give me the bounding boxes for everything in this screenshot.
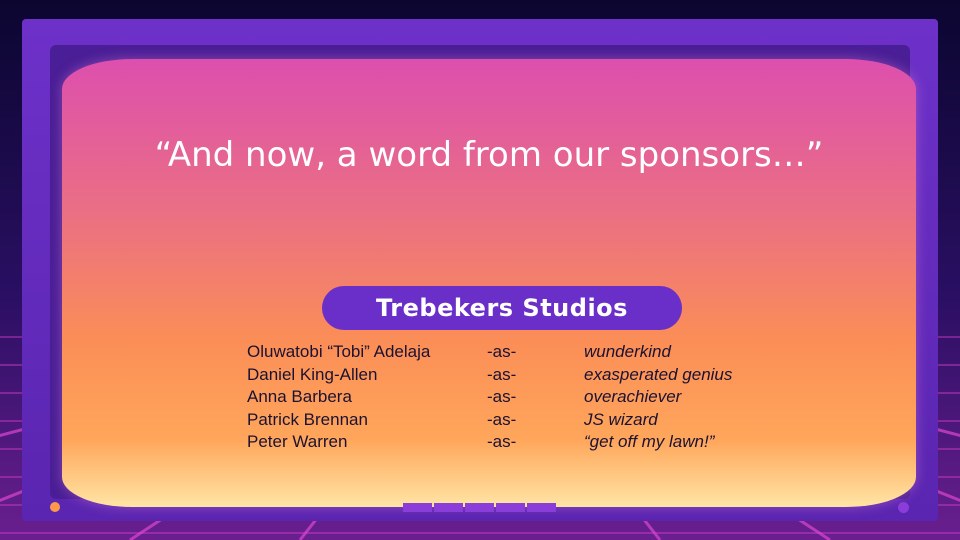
speaker-vents	[403, 503, 556, 512]
credit-row: Anna Barbera -as- overachiever	[247, 386, 767, 409]
vent-slot	[403, 503, 432, 512]
credit-name: Daniel King-Allen	[247, 364, 378, 384]
credit-as: -as-	[487, 409, 517, 429]
credit-role: overachiever	[584, 387, 682, 406]
vent-slot	[496, 503, 525, 512]
credit-row: Peter Warren -as- “get off my lawn!”	[247, 431, 767, 454]
vent-slot	[527, 503, 556, 512]
credit-name: Peter Warren	[247, 432, 348, 451]
tv-screen: “And now, a word from our sponsors…” Tre…	[62, 59, 916, 507]
credit-name: Oluwatobi “Tobi” Adelaja	[247, 342, 431, 361]
credit-row: Daniel King-Allen -as- exasperated geniu…	[247, 364, 767, 387]
credit-row: Oluwatobi “Tobi” Adelaja -as- wunderkind	[247, 341, 767, 364]
credit-name: Anna Barbera	[247, 387, 352, 406]
status-light-icon	[898, 502, 909, 513]
credit-role: JS wizard	[584, 409, 658, 429]
power-light-icon	[50, 502, 60, 512]
credit-name: Patrick Brennan	[247, 409, 368, 429]
credit-role: wunderkind	[584, 342, 671, 361]
credit-row: Patrick Brennan -as- JS wizard	[247, 409, 767, 432]
tv-frame: “And now, a word from our sponsors…” Tre…	[22, 19, 938, 521]
studio-name-badge: Trebekers Studios	[322, 286, 682, 330]
vent-slot	[465, 503, 494, 512]
credit-role: “get off my lawn!”	[584, 432, 715, 451]
credit-as: -as-	[487, 432, 517, 451]
credit-as: -as-	[487, 342, 517, 361]
credit-as: -as-	[487, 364, 517, 384]
credit-as: -as-	[487, 387, 517, 406]
credit-role: exasperated genius	[584, 364, 733, 384]
slide-headline: “And now, a word from our sponsors…”	[154, 135, 824, 175]
vent-slot	[434, 503, 463, 512]
credits-list: Oluwatobi “Tobi” Adelaja -as- wunderkind…	[247, 341, 767, 454]
